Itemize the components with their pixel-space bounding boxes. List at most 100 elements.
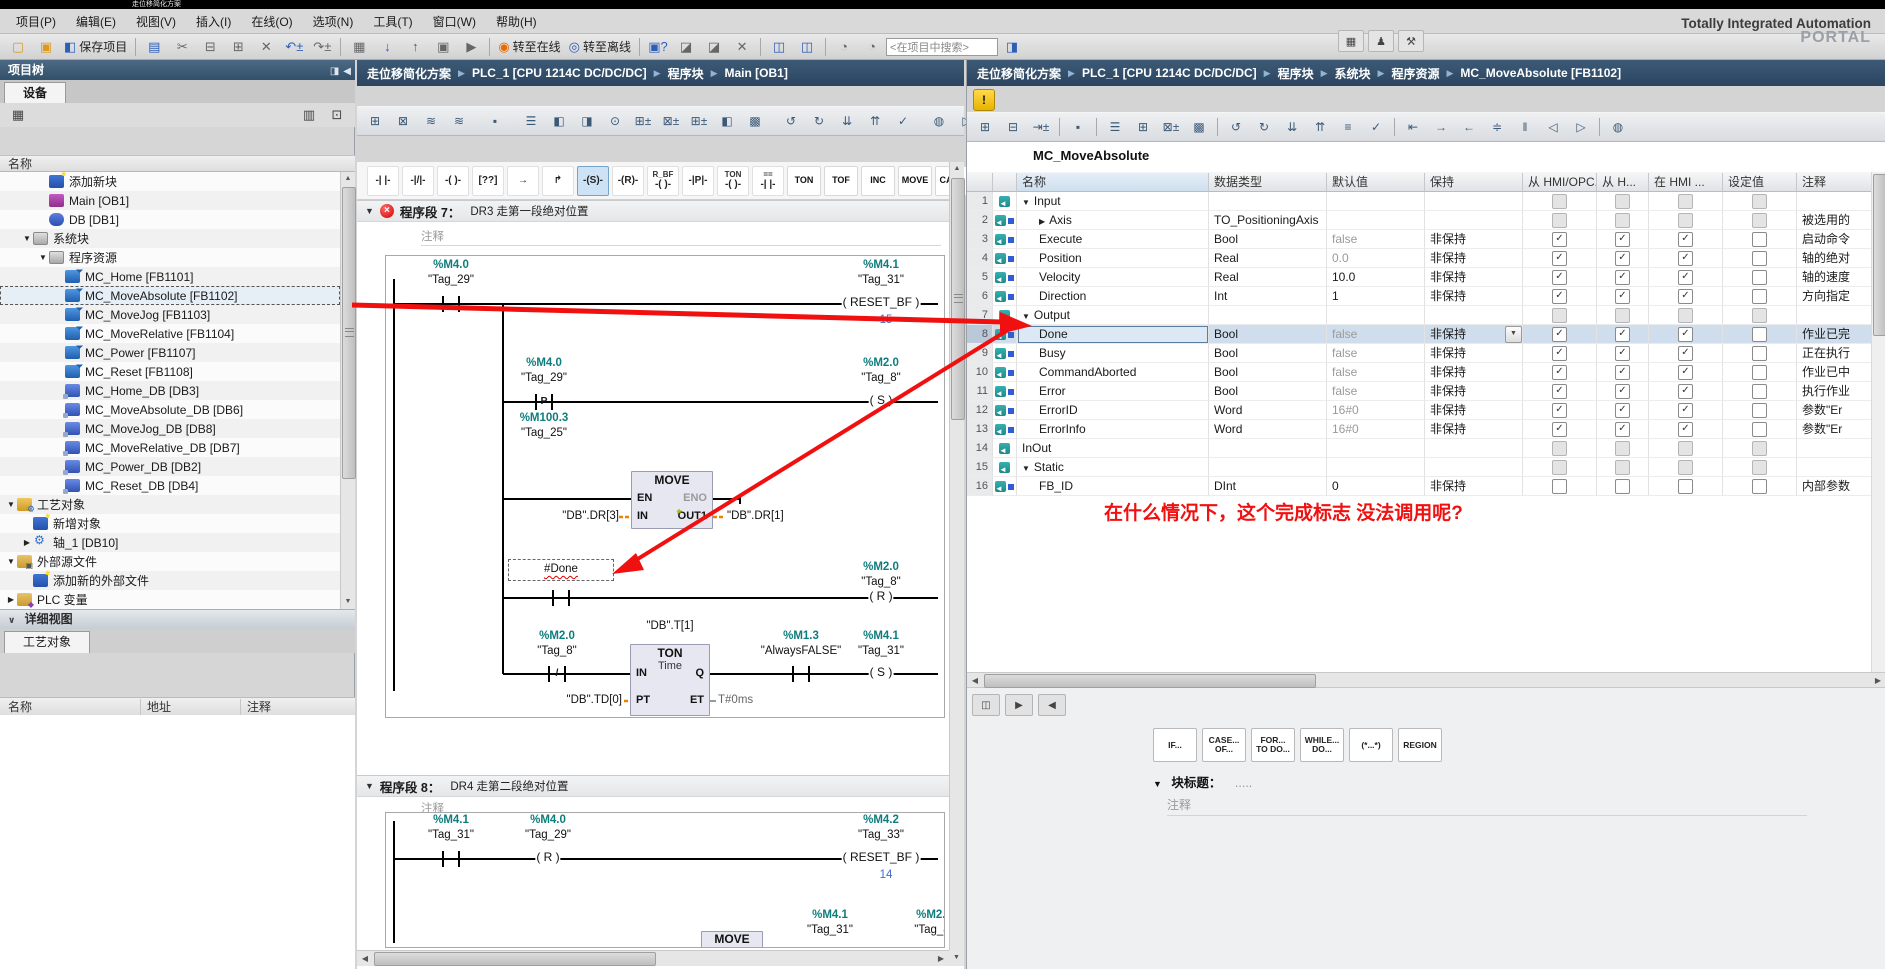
scrollbar-thumb[interactable] — [984, 674, 1316, 688]
collapse-panel-icon[interactable]: ◀ — [343, 62, 351, 82]
editor-vscrollbar[interactable]: ▲ — [949, 162, 964, 950]
favorites-button[interactable]: ▩ — [1186, 116, 1212, 138]
default-value-cell[interactable] — [1327, 192, 1425, 211]
scroll-left-icon[interactable]: ◀ — [967, 673, 983, 688]
tree-item-MC_Power_DB-DB2-[interactable]: MC_Power_DB [DB2] — [0, 457, 340, 476]
checkbox-setpoint[interactable] — [1752, 289, 1767, 304]
interface-sync-button[interactable]: ≡ — [1335, 116, 1361, 138]
checkbox-setpoint[interactable] — [1752, 384, 1767, 399]
tree-item-MC_Home_DB-DB3-[interactable]: MC_Home_DB [DB3] — [0, 381, 340, 400]
compile-check-button[interactable]: ✓ — [1363, 116, 1389, 138]
member-name[interactable]: Execute — [1039, 232, 1082, 246]
ladder-operand-name[interactable]: "Tag_8" — [861, 372, 901, 385]
auto-collapse-icon[interactable]: ◨ — [330, 62, 339, 82]
interface-row-Velocity[interactable]: 5VelocityReal10.0非保持✓✓✓轴的速度 — [967, 268, 1885, 287]
checkbox-hmi-0[interactable]: ✓ — [1552, 232, 1567, 247]
default-value-cell[interactable]: false — [1327, 230, 1425, 249]
scroll-down-icon[interactable]: ▼ — [949, 950, 964, 966]
tree-item-MC_MoveAbsolute_DB-DB6-[interactable]: MC_MoveAbsolute_DB [DB6] — [0, 400, 340, 419]
insert-network-button[interactable]: ⊞ — [362, 110, 388, 132]
data-type-cell[interactable]: Bool — [1209, 230, 1327, 249]
keep-values-button[interactable]: ▪ — [1065, 116, 1091, 138]
favorite-nc-contact[interactable]: -|/|- — [402, 166, 434, 196]
breadcrumb-1[interactable]: PLC_1 [CPU 1214C DC/DC/DC] — [1082, 66, 1257, 80]
block-title-value[interactable]: ..... — [1235, 776, 1252, 790]
tree-view-icon[interactable]: ▥ — [296, 104, 322, 126]
scroll-right-icon[interactable]: ▶ — [1870, 673, 1885, 688]
toggle-comments-button[interactable]: ⊙ — [602, 110, 628, 132]
download-to-device-button[interactable]: ↓ — [374, 36, 400, 58]
pause-monitor-button[interactable]: ‖ — [1512, 116, 1538, 138]
configure-networks-icon[interactable]: ▦ — [5, 104, 31, 126]
snippet-REGION[interactable]: REGION — [1398, 728, 1442, 762]
retain-cell[interactable] — [1425, 192, 1523, 211]
breadcrumb-2[interactable]: 程序块 — [668, 65, 704, 82]
default-value-cell[interactable] — [1327, 458, 1425, 477]
data-type-cell[interactable]: Real — [1209, 268, 1327, 287]
download-button[interactable]: ⇊ — [834, 110, 860, 132]
default-value-cell[interactable]: 16#0 — [1327, 420, 1425, 439]
monitor-go-button[interactable]: ▷ — [1568, 116, 1594, 138]
checkbox-hmi-1[interactable]: ✓ — [1615, 384, 1630, 399]
ladder-operand-name[interactable]: "Tag_31" — [858, 274, 904, 287]
checkbox-hmi-2[interactable]: ✓ — [1678, 270, 1693, 285]
ladder-operand-name[interactable]: "Tag_33" — [858, 829, 904, 842]
checkbox-hmi-2[interactable]: ✓ — [1678, 289, 1693, 304]
checkbox-hmi-1[interactable]: ✓ — [1615, 365, 1630, 380]
snippet-CASE[interactable]: CASE...OF... — [1202, 728, 1246, 762]
scroll-up-icon[interactable]: ▲ — [950, 162, 964, 176]
close-branch-button[interactable]: ≋ — [446, 110, 472, 132]
ladder-contact[interactable] — [442, 296, 444, 312]
data-type-cell[interactable]: Bool — [1209, 382, 1327, 401]
section-expander-icon[interactable]: ▶ — [1039, 217, 1045, 226]
ladder-operand-address[interactable]: %M100.3 — [520, 412, 569, 425]
tree-item-PLC-[interactable]: ▶PLC 变量 — [0, 590, 340, 609]
default-value-cell[interactable]: false — [1327, 325, 1425, 344]
breadcrumb-0[interactable]: 走位移简化方案 — [977, 65, 1061, 82]
absolute-operands-button[interactable]: ◧ — [714, 110, 740, 132]
tree-item--_1-DB10-[interactable]: ▶轴_1 [DB10] — [0, 533, 340, 552]
ladder-operand-name[interactable]: "DB".T[1] — [646, 620, 693, 633]
default-value-cell[interactable]: false — [1327, 363, 1425, 382]
interface-row-Input[interactable]: 1▼Input — [967, 192, 1885, 211]
interface-row-Position[interactable]: 4PositionReal0.0非保持✓✓✓轴的绝对 — [967, 249, 1885, 268]
member-name[interactable]: Direction — [1039, 289, 1086, 303]
ladder-contact[interactable] — [442, 851, 444, 867]
tree-item-MC_MoveAbsolute-FB1102-[interactable]: MC_MoveAbsolute [FB1102] — [0, 286, 340, 305]
library-view-button[interactable]: ◨ — [999, 36, 1025, 58]
checkbox-hmi-0[interactable]: ✓ — [1552, 403, 1567, 418]
checkbox-hmi-2[interactable]: ✓ — [1678, 365, 1693, 380]
data-type-cell[interactable]: Real — [1209, 249, 1327, 268]
tree-scrollbar[interactable]: ▲ ▼ — [340, 172, 355, 609]
table-vscrollbar[interactable] — [1871, 172, 1885, 672]
interface-row-Execute[interactable]: 3ExecuteBoolfalse非保持✓✓✓启动命令 — [967, 230, 1885, 249]
retain-cell[interactable] — [1425, 211, 1523, 230]
member-name[interactable]: Position — [1039, 251, 1082, 265]
member-name[interactable]: Axis — [1049, 213, 1072, 227]
ladder-operand-name[interactable]: "Tag_31" — [807, 924, 853, 937]
crossref-2-button[interactable]: ◔ — [859, 36, 885, 58]
member-name[interactable]: Error — [1039, 384, 1066, 398]
show-window-1-button[interactable]: ◪ — [673, 36, 699, 58]
open-project-button[interactable]: ▣ — [33, 36, 59, 58]
snippet-WHILE[interactable]: WHILE...DO... — [1300, 728, 1344, 762]
interface-row-Axis[interactable]: 2▶AxisTO_PositioningAxis被选用的 — [967, 211, 1885, 230]
member-name[interactable]: Done — [1039, 327, 1068, 341]
favorite-reset-bit-field[interactable]: R_BF-( )- — [647, 166, 679, 196]
tree-item-Main-OB1-[interactable]: Main [OB1] — [0, 191, 340, 210]
default-value-cell[interactable]: false — [1327, 382, 1425, 401]
checkbox-setpoint[interactable] — [1752, 479, 1767, 494]
tree-expander-icon[interactable]: ▼ — [5, 500, 17, 509]
sort-button[interactable]: ☰ — [1102, 116, 1128, 138]
print-button[interactable]: ▤ — [141, 36, 167, 58]
member-name[interactable]: ErrorID — [1039, 403, 1078, 417]
ladder-operand-name[interactable]: "AlwaysFALSE" — [761, 645, 841, 658]
update-block-calls-button[interactable]: ⊞± — [686, 110, 712, 132]
tree-expander-icon[interactable]: ▼ — [37, 253, 49, 262]
favorite-coil[interactable]: -( )- — [437, 166, 469, 196]
data-type-cell[interactable] — [1209, 192, 1327, 211]
member-name[interactable]: InOut — [1022, 441, 1051, 455]
data-type-cell[interactable] — [1209, 306, 1327, 325]
collapse-network-icon[interactable]: ▼ — [365, 206, 374, 216]
checkbox-hmi-2[interactable] — [1678, 479, 1693, 494]
